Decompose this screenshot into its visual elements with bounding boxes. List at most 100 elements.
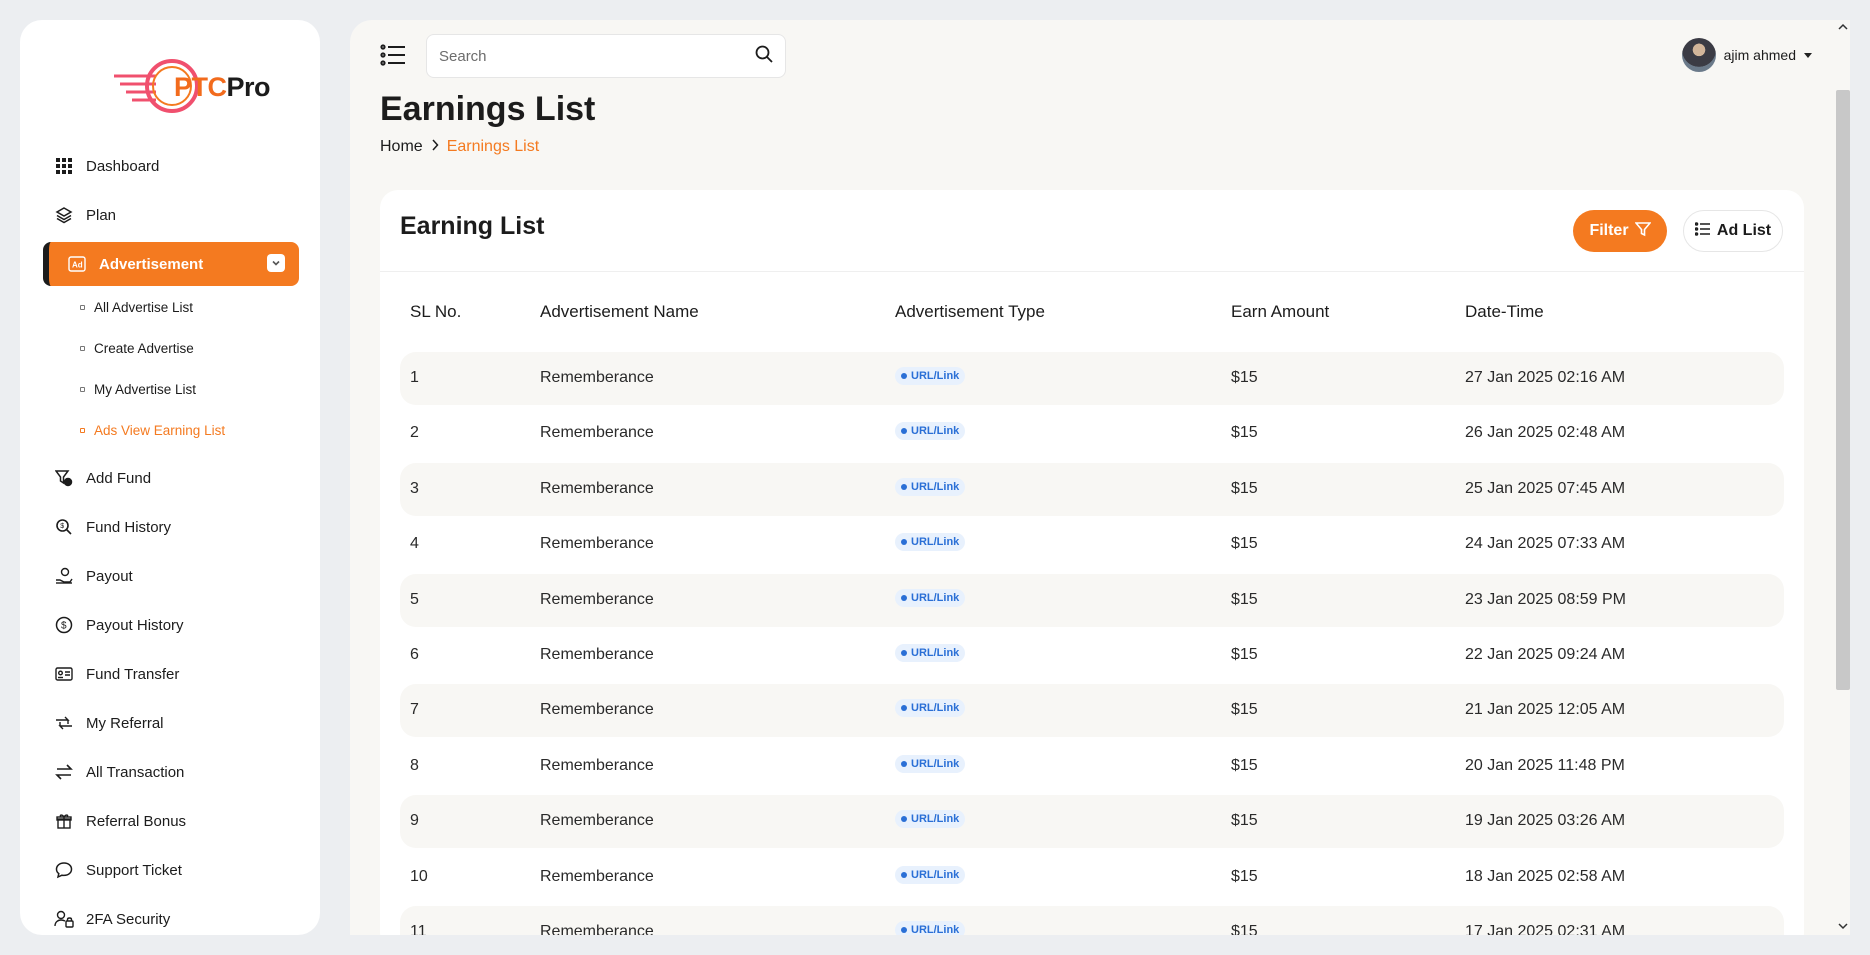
cell-sl: 4 bbox=[410, 535, 419, 553]
cell-ad-name: Rememberance bbox=[540, 923, 654, 935]
cell-ad-name: Rememberance bbox=[540, 424, 654, 442]
search-input[interactable] bbox=[439, 47, 755, 65]
type-badge: URL/Link bbox=[895, 810, 966, 829]
table-row: 2 Rememberance URL/Link $15 26 Jan 2025 02:4… bbox=[400, 407, 1784, 460]
cell-sl: 5 bbox=[410, 590, 419, 608]
cell-sl: 1 bbox=[410, 369, 419, 386]
chevron-down-icon[interactable] bbox=[267, 254, 285, 272]
cell-ad-name: Rememberance bbox=[540, 646, 654, 663]
user-menu[interactable]: ajim ahmed bbox=[1681, 38, 1812, 72]
filter-button[interactable]: Filter bbox=[1573, 210, 1667, 252]
sidebar-item-payout[interactable]: Payout bbox=[54, 564, 133, 588]
type-badge: URL/Link bbox=[895, 588, 966, 607]
table-row: 8 Rememberance URL/Link $15 20 Jan 2025 11:4… bbox=[400, 740, 1784, 793]
ad-icon: Ad bbox=[67, 254, 87, 274]
type-badge: URL/Link bbox=[895, 422, 966, 441]
sidebar-item-label: Referral Bonus bbox=[86, 812, 187, 830]
sidebar-item-label: Add Fund bbox=[86, 469, 152, 487]
type-badge: URL/Link bbox=[895, 533, 966, 552]
cell-earn-amount: $15 bbox=[1231, 535, 1258, 553]
cell-date-time: 18 Jan 2025 02:58 AM bbox=[1465, 867, 1626, 885]
arrows-exchange-icon bbox=[54, 762, 74, 782]
sidebar-item-add-fund[interactable]: Add Fund bbox=[54, 466, 151, 490]
avatar bbox=[1681, 38, 1716, 72]
sidebar-item-fund-transfer[interactable]: Fund Transfer bbox=[54, 662, 179, 686]
cell-earn-amount: $15 bbox=[1231, 369, 1258, 386]
table-row: 3 Rememberance URL/Link $15 25 Jan 2025 07:4… bbox=[400, 462, 1784, 516]
cell-sl: 2 bbox=[410, 424, 419, 442]
cell-earn-amount: $15 bbox=[1231, 646, 1258, 663]
sidebar-item-label: Fund Transfer bbox=[86, 665, 180, 683]
cell-ad-name: Rememberance bbox=[540, 590, 654, 608]
search-icon[interactable] bbox=[755, 45, 773, 68]
scrollbar-thumb[interactable] bbox=[1836, 90, 1850, 690]
sidebar-item-advertisement[interactable]: Ad Advertisement bbox=[43, 242, 299, 286]
column-header-ad-name: Advertisement Name bbox=[540, 302, 699, 321]
cell-earn-amount: $15 bbox=[1231, 756, 1258, 774]
sidebar-item-support-ticket[interactable]: Support Ticket bbox=[54, 858, 182, 882]
column-header-date-time: Date-Time bbox=[1465, 302, 1544, 321]
page-scrollbar[interactable] bbox=[1836, 20, 1850, 935]
ad-list-button-label: Ad List bbox=[1716, 222, 1772, 239]
subnav-my-advertise-list[interactable]: My Advertise List bbox=[80, 382, 196, 397]
search-box bbox=[426, 34, 786, 78]
column-header-ad-type: Advertisement Type bbox=[895, 302, 1045, 321]
sidebar-item-label: Payout bbox=[86, 567, 133, 585]
table-row: 7 Rememberance URL/Link $15 21 Jan 2025 12:0… bbox=[400, 684, 1784, 738]
caret-down-icon bbox=[1804, 52, 1812, 58]
gift-icon bbox=[54, 811, 74, 831]
cell-sl: 3 bbox=[410, 479, 419, 497]
sidebar-item-fund-history[interactable]: $ Fund History bbox=[54, 515, 171, 539]
sidebar-item-label: Dashboard bbox=[86, 157, 160, 175]
subnav-create-advertise[interactable]: Create Advertise bbox=[80, 341, 194, 356]
cell-earn-amount: $15 bbox=[1231, 479, 1258, 497]
cell-date-time: 21 Jan 2025 12:05 AM bbox=[1465, 701, 1626, 719]
cell-date-time: 20 Jan 2025 11:48 PM bbox=[1465, 756, 1625, 774]
filter-icon bbox=[1633, 221, 1652, 242]
type-badge: URL/Link bbox=[895, 699, 966, 718]
cell-date-time: 19 Jan 2025 03:26 AM bbox=[1465, 812, 1626, 830]
sidebar-item-all-transaction[interactable]: All Transaction bbox=[54, 760, 184, 784]
sidebar-item-label: All Transaction bbox=[86, 763, 185, 781]
sidebar-item-payout-history[interactable]: $ Payout History bbox=[54, 613, 184, 637]
cell-earn-amount: $15 bbox=[1231, 867, 1258, 885]
cell-sl: 6 bbox=[410, 646, 419, 663]
user-name: ajim ahmed bbox=[1723, 47, 1796, 63]
scroll-down-icon[interactable] bbox=[1836, 921, 1850, 931]
menu-toggle-icon[interactable] bbox=[380, 44, 406, 68]
subnav-label: My Advertise List bbox=[94, 382, 197, 397]
sidebar-item-dashboard[interactable]: Dashboard bbox=[54, 154, 159, 178]
search-dollar-icon: $ bbox=[54, 517, 74, 537]
sidebar-item-referral-bonus[interactable]: Referral Bonus bbox=[54, 809, 186, 833]
type-badge: URL/Link bbox=[895, 367, 966, 385]
column-header-sl: SL No. bbox=[410, 302, 462, 321]
cell-date-time: 23 Jan 2025 08:59 PM bbox=[1465, 590, 1627, 608]
subnav-ads-view-earning-list[interactable]: Ads View Earning List bbox=[80, 423, 225, 438]
scroll-up-icon[interactable] bbox=[1836, 22, 1850, 32]
divider bbox=[380, 271, 1804, 272]
type-badge: URL/Link bbox=[895, 754, 966, 773]
ad-list-button[interactable]: Ad List bbox=[1683, 210, 1783, 252]
ptcpro-logo[interactable]: PTCPro bbox=[112, 58, 272, 116]
bullet-icon bbox=[80, 346, 85, 351]
table-row: 4 Rememberance URL/Link $15 24 Jan 2025 07:3… bbox=[400, 518, 1784, 571]
sidebar-item-label: Support Ticket bbox=[86, 861, 182, 879]
subnav-all-advertise-list[interactable]: All Advertise List bbox=[80, 300, 193, 315]
type-badge: URL/Link bbox=[895, 865, 966, 884]
sidebar-item-my-referral[interactable]: My Referral bbox=[54, 711, 164, 735]
cell-ad-name: Rememberance bbox=[540, 812, 654, 830]
column-header-earn-amount: Earn Amount bbox=[1231, 302, 1330, 321]
table-row: 11 Rememberance URL/Link $15 17 Jan 2025 02:… bbox=[400, 906, 1784, 935]
breadcrumb-home[interactable]: Home bbox=[380, 138, 423, 156]
sidebar-item-2fa-security[interactable]: 2FA Security bbox=[54, 907, 170, 931]
cell-date-time: 27 Jan 2025 02:16 AM bbox=[1465, 369, 1626, 386]
cell-date-time: 22 Jan 2025 09:24 AM bbox=[1465, 646, 1626, 663]
sidebar-item-plan[interactable]: Plan bbox=[54, 203, 116, 227]
type-badge: URL/Link bbox=[895, 921, 966, 935]
list-icon bbox=[1694, 221, 1711, 241]
id-card-icon bbox=[54, 664, 74, 684]
sidebar-item-label: Plan bbox=[86, 206, 117, 224]
breadcrumb: Home Earnings List bbox=[380, 138, 539, 156]
cell-ad-name: Rememberance bbox=[540, 867, 654, 885]
cell-ad-name: Rememberance bbox=[540, 756, 654, 774]
